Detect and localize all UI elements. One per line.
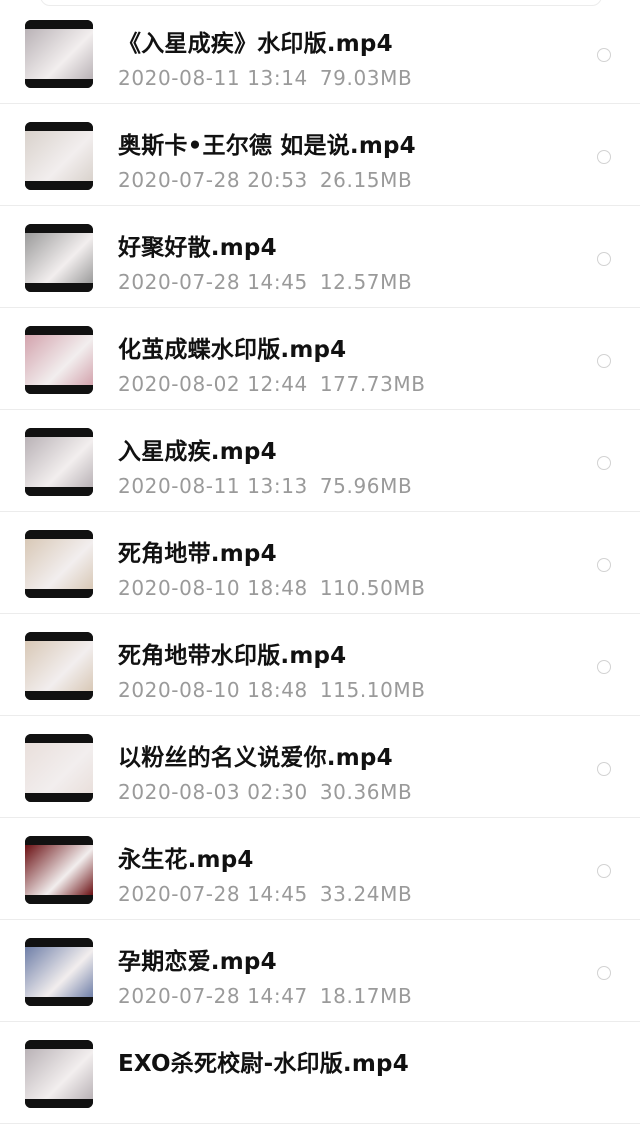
- file-time: 18:48: [247, 678, 308, 702]
- file-time: 02:30: [247, 780, 308, 804]
- select-radio[interactable]: [597, 864, 611, 878]
- video-thumbnail: [25, 224, 93, 292]
- video-thumbnail: [25, 326, 93, 394]
- select-radio[interactable]: [597, 660, 611, 674]
- file-date: 2020-08-02: [118, 372, 241, 396]
- file-name: 死角地带.mp4: [118, 541, 277, 567]
- file-time: 18:48: [247, 576, 308, 600]
- file-meta: 2020-08-10 18:48 115.10MB: [118, 678, 426, 702]
- file-name: 《入星成疾》水印版.mp4: [118, 31, 393, 57]
- video-thumbnail: [25, 734, 93, 802]
- video-thumbnail: [25, 20, 93, 88]
- file-meta: 2020-08-11 13:14 79.03MB: [118, 66, 412, 90]
- file-date: 2020-07-28: [118, 984, 241, 1008]
- video-thumbnail: [25, 1040, 93, 1108]
- file-name: EXO杀死校尉-水印版.mp4: [118, 1051, 409, 1077]
- video-thumbnail: [25, 428, 93, 496]
- file-row[interactable]: 入星成疾.mp4 2020-08-11 13:13 75.96MB: [0, 410, 640, 512]
- file-name: 化茧成蝶水印版.mp4: [118, 337, 347, 363]
- select-radio[interactable]: [597, 966, 611, 980]
- select-radio[interactable]: [597, 150, 611, 164]
- file-row[interactable]: 好聚好散.mp4 2020-07-28 14:45 12.57MB: [0, 206, 640, 308]
- select-radio[interactable]: [597, 48, 611, 62]
- file-time: 12:44: [247, 372, 308, 396]
- file-size: 115.10MB: [319, 678, 426, 702]
- file-row[interactable]: 《入星成疾》水印版.mp4 2020-08-11 13:14 79.03MB: [0, 2, 640, 104]
- file-size: 110.50MB: [319, 576, 426, 600]
- file-date: 2020-08-10: [118, 576, 241, 600]
- file-name: 死角地带水印版.mp4: [118, 643, 347, 669]
- file-row[interactable]: 奥斯卡•王尔德 如是说.mp4 2020-07-28 20:53 26.15MB: [0, 104, 640, 206]
- file-date: 2020-07-28: [118, 270, 241, 294]
- file-date: 2020-08-11: [118, 474, 241, 498]
- file-size: 75.96MB: [319, 474, 413, 498]
- file-date: 2020-07-28: [118, 882, 241, 906]
- file-time: 14:47: [247, 984, 308, 1008]
- file-date: 2020-07-28: [118, 168, 241, 192]
- file-meta: 2020-07-28 20:53 26.15MB: [118, 168, 412, 192]
- file-size: 12.57MB: [319, 270, 413, 294]
- file-meta: 2020-08-02 12:44 177.73MB: [118, 372, 426, 396]
- file-time: 20:53: [247, 168, 308, 192]
- video-thumbnail: [25, 836, 93, 904]
- video-thumbnail: [25, 632, 93, 700]
- file-name: 以粉丝的名义说爱你.mp4: [118, 745, 393, 771]
- file-date: 2020-08-03: [118, 780, 241, 804]
- video-thumbnail: [25, 122, 93, 190]
- select-radio[interactable]: [597, 354, 611, 368]
- file-row[interactable]: 化茧成蝶水印版.mp4 2020-08-02 12:44 177.73MB: [0, 308, 640, 410]
- file-date: 2020-08-10: [118, 678, 241, 702]
- file-time: 13:14: [247, 66, 308, 90]
- file-meta: 2020-08-10 18:48 110.50MB: [118, 576, 426, 600]
- video-thumbnail: [25, 530, 93, 598]
- file-size: 18.17MB: [319, 984, 413, 1008]
- file-date: 2020-08-11: [118, 66, 241, 90]
- file-meta: 2020-07-28 14:45 12.57MB: [118, 270, 412, 294]
- file-name: 好聚好散.mp4: [118, 235, 277, 261]
- select-radio[interactable]: [597, 252, 611, 266]
- file-size: 177.73MB: [319, 372, 426, 396]
- file-meta: 2020-07-28 14:47 18.17MB: [118, 984, 412, 1008]
- video-thumbnail: [25, 938, 93, 1006]
- select-radio[interactable]: [597, 762, 611, 776]
- file-row[interactable]: 死角地带水印版.mp4 2020-08-10 18:48 115.10MB: [0, 614, 640, 716]
- file-time: 13:13: [247, 474, 308, 498]
- file-time: 14:45: [247, 270, 308, 294]
- file-row[interactable]: EXO杀死校尉-水印版.mp4: [0, 1022, 640, 1124]
- file-row[interactable]: 以粉丝的名义说爱你.mp4 2020-08-03 02:30 30.36MB: [0, 716, 640, 818]
- file-row[interactable]: 永生花.mp4 2020-07-28 14:45 33.24MB: [0, 818, 640, 920]
- file-meta: 2020-08-11 13:13 75.96MB: [118, 474, 412, 498]
- file-name: 永生花.mp4: [118, 847, 254, 873]
- file-row[interactable]: 死角地带.mp4 2020-08-10 18:48 110.50MB: [0, 512, 640, 614]
- file-meta: 2020-07-28 14:45 33.24MB: [118, 882, 412, 906]
- file-size: 30.36MB: [319, 780, 413, 804]
- file-size: 79.03MB: [319, 66, 413, 90]
- file-time: 14:45: [247, 882, 308, 906]
- select-radio[interactable]: [597, 456, 611, 470]
- file-meta: 2020-08-03 02:30 30.36MB: [118, 780, 412, 804]
- file-name: 孕期恋爱.mp4: [118, 949, 277, 975]
- file-size: 33.24MB: [319, 882, 413, 906]
- file-size: 26.15MB: [319, 168, 413, 192]
- file-row[interactable]: 孕期恋爱.mp4 2020-07-28 14:47 18.17MB: [0, 920, 640, 1022]
- file-name: 奥斯卡•王尔德 如是说.mp4: [118, 133, 416, 159]
- select-radio[interactable]: [597, 558, 611, 572]
- file-name: 入星成疾.mp4: [118, 439, 277, 465]
